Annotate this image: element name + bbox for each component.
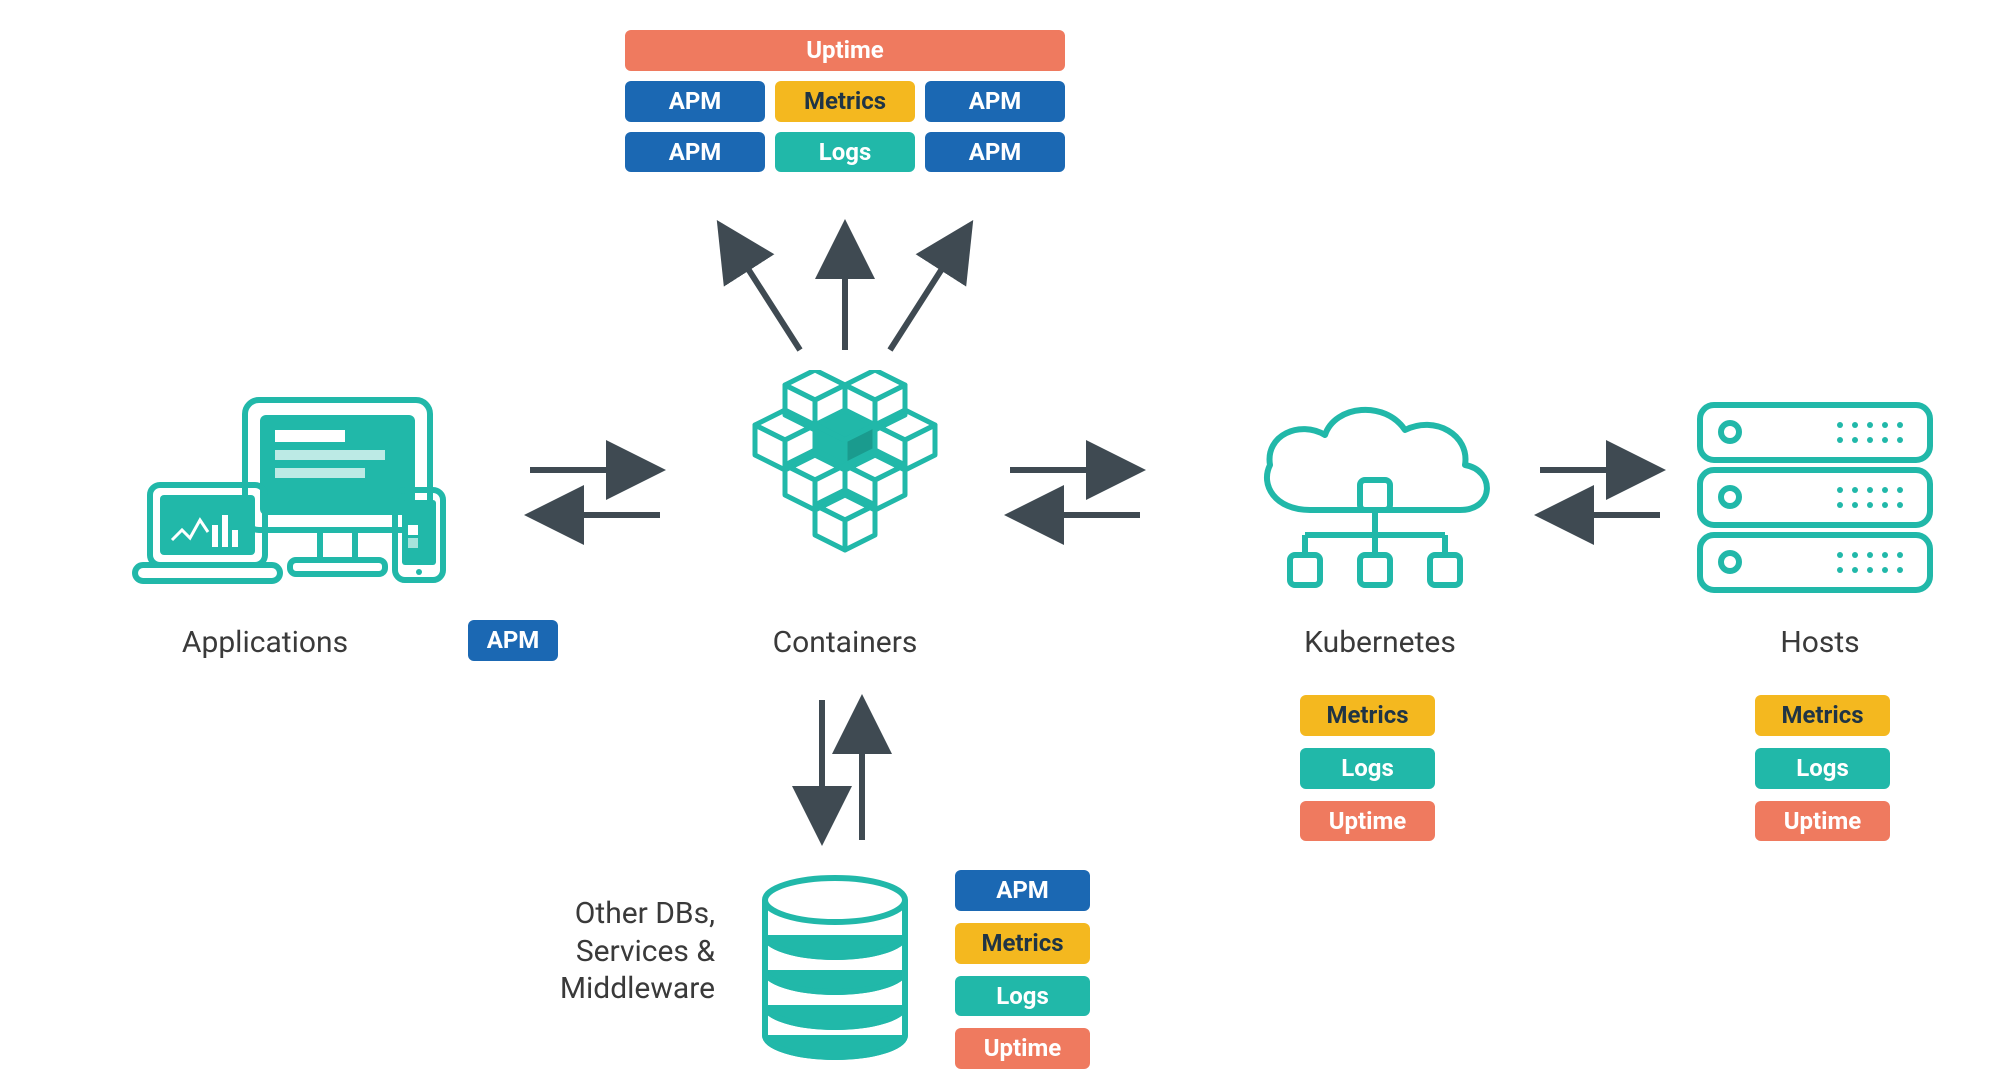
badge-apm: APM <box>955 870 1090 911</box>
containers-top-badges: Uptime APM Metrics APM APM Logs APM <box>625 30 1065 172</box>
kubernetes-label: Kubernetes <box>1280 625 1480 660</box>
containers-label: Containers <box>755 625 935 660</box>
badge-uptime: Uptime <box>625 30 1065 71</box>
middleware-badges: APM Metrics Logs Uptime <box>955 870 1090 1069</box>
badge-metrics: Metrics <box>1300 695 1435 736</box>
badge-metrics: Metrics <box>1755 695 1890 736</box>
badge-logs: Logs <box>955 976 1090 1017</box>
badge-apm: APM <box>925 81 1065 122</box>
middleware-label: Other DBs, Services & Middleware <box>495 895 715 1008</box>
hosts-badges: Metrics Logs Uptime <box>1755 695 1890 841</box>
hosts-label: Hosts <box>1760 625 1880 660</box>
middleware-label-line: Middleware <box>495 970 715 1008</box>
middleware-label-line: Services & <box>495 933 715 971</box>
badge-apm: APM <box>625 81 765 122</box>
badge-logs: Logs <box>1300 748 1435 789</box>
badge-logs: Logs <box>1755 748 1890 789</box>
badge-apm: APM <box>625 132 765 173</box>
badge-uptime: Uptime <box>1755 801 1890 842</box>
applications-badge-apm: APM <box>468 620 558 661</box>
badge-uptime: Uptime <box>955 1028 1090 1069</box>
badge-metrics: Metrics <box>955 923 1090 964</box>
kubernetes-badges: Metrics Logs Uptime <box>1300 695 1435 841</box>
badge-apm: APM <box>925 132 1065 173</box>
applications-label: Applications <box>165 625 365 660</box>
middleware-label-line: Other DBs, <box>495 895 715 933</box>
badge-uptime: Uptime <box>1300 801 1435 842</box>
badge-logs: Logs <box>775 132 915 173</box>
badge-metrics: Metrics <box>775 81 915 122</box>
